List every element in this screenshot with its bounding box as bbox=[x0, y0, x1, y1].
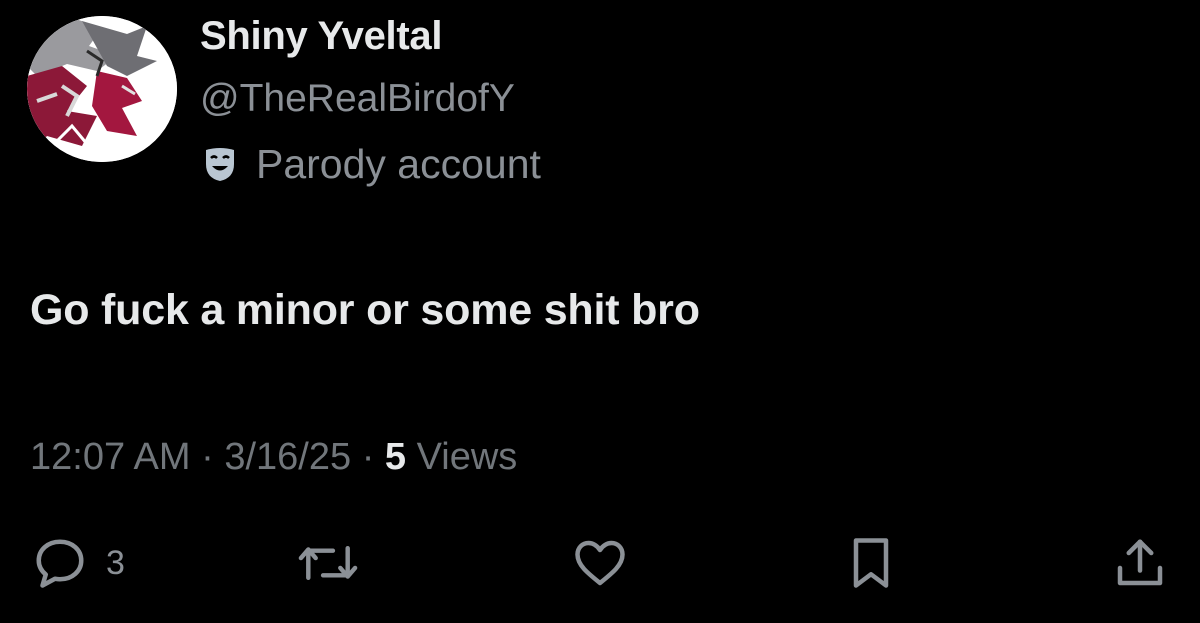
reply-icon bbox=[36, 539, 84, 588]
views-label: Views bbox=[416, 436, 518, 478]
bookmark-icon bbox=[853, 538, 889, 588]
bookmark-button[interactable] bbox=[845, 530, 897, 596]
like-button[interactable] bbox=[570, 530, 630, 596]
avatar[interactable] bbox=[27, 16, 177, 162]
user-handle[interactable]: @TheRealBirdofY bbox=[200, 77, 515, 121]
retweet-icon bbox=[298, 546, 358, 580]
parody-label: Parody account bbox=[200, 140, 541, 188]
display-name[interactable]: Shiny Yveltal bbox=[200, 14, 442, 59]
reply-count: 3 bbox=[106, 543, 125, 582]
parody-label-text: Parody account bbox=[256, 140, 541, 187]
reply-button[interactable]: 3 bbox=[30, 530, 125, 596]
tweet-time[interactable]: 12:07 AM bbox=[30, 436, 191, 479]
heart-icon bbox=[575, 540, 625, 586]
share-button[interactable] bbox=[1108, 530, 1172, 596]
retweet-button[interactable] bbox=[296, 530, 360, 596]
views-count: 5 bbox=[384, 436, 407, 478]
meta-separator: · bbox=[361, 436, 375, 478]
share-icon bbox=[1117, 539, 1163, 586]
tweet-text: Go fuck a minor or some shit bro bbox=[30, 286, 700, 334]
tweet-date[interactable]: 3/16/25 bbox=[224, 436, 351, 479]
theater-mask-icon bbox=[206, 148, 234, 181]
tweet-meta: 12:07 AM · 3/16/25 · 5 Views bbox=[30, 436, 517, 479]
yveltal-avatar-image bbox=[27, 16, 177, 162]
tweet-actions: 3 bbox=[0, 530, 1200, 600]
meta-separator: · bbox=[201, 436, 214, 478]
